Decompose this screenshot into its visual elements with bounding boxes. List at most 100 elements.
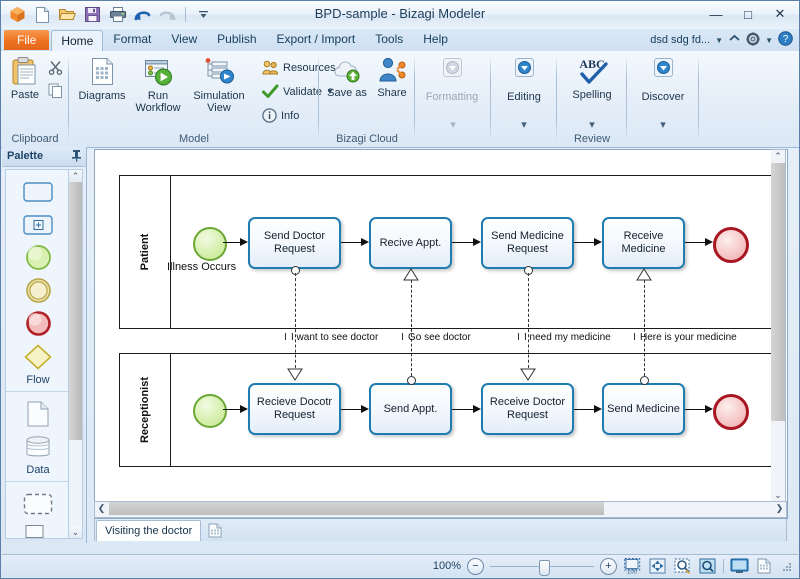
task-receive-medicine[interactable]: Receive Medicine bbox=[602, 217, 685, 269]
zoom-out-button[interactable]: − bbox=[467, 557, 484, 575]
tab-help[interactable]: Help bbox=[413, 29, 458, 50]
lane-header-patient[interactable]: Patient bbox=[120, 176, 171, 328]
canvas-scroll-up-button[interactable]: ⌃ bbox=[771, 150, 785, 163]
copy-button[interactable] bbox=[45, 80, 66, 101]
diagram-canvas[interactable]: Patient Illness Occurs Send Doctor Reque… bbox=[94, 149, 788, 519]
palette-subprocess[interactable] bbox=[6, 208, 70, 241]
palette-group[interactable] bbox=[6, 487, 70, 520]
palette-gateway[interactable] bbox=[6, 340, 70, 373]
sequence-flow[interactable] bbox=[223, 409, 241, 410]
run-workflow-button[interactable]: Run Workflow bbox=[131, 53, 185, 114]
account-label[interactable]: dsd sdg fd... bbox=[650, 34, 710, 46]
task-send-doctor-request[interactable]: Send Doctor Request bbox=[248, 217, 341, 269]
paste-button[interactable]: Paste bbox=[5, 53, 45, 101]
message-flow-2[interactable] bbox=[410, 280, 412, 376]
task-recieve-docotr-request[interactable]: Recieve Docotr Request bbox=[248, 383, 341, 435]
fit-to-window-button[interactable] bbox=[648, 558, 667, 575]
tab-format[interactable]: Format bbox=[103, 29, 161, 50]
palette-data-store[interactable] bbox=[6, 430, 70, 463]
group-name-clipboard: Clipboard bbox=[11, 133, 59, 145]
palette-annotation[interactable] bbox=[6, 520, 70, 538]
message-flow-1[interactable] bbox=[294, 273, 296, 373]
editing-button[interactable]: Editing bbox=[497, 53, 551, 103]
tab-home[interactable]: Home bbox=[51, 30, 104, 52]
formatting-dropdown-arrow[interactable]: ▾ bbox=[415, 118, 491, 131]
canvas-horizontal-scrollbar[interactable]: ❮ ❯ bbox=[94, 501, 787, 518]
settings-chevron-down-icon[interactable]: ▼ bbox=[765, 36, 773, 45]
share-button[interactable]: Share bbox=[373, 53, 411, 99]
task-send-medicine-request[interactable]: Send Medicine Request bbox=[481, 217, 574, 269]
diagrams-button[interactable]: Diagrams bbox=[75, 53, 129, 102]
spelling-button[interactable]: ABC Spelling bbox=[563, 53, 621, 101]
message-flow-source-dot bbox=[524, 266, 533, 275]
start-event-receptionist[interactable] bbox=[193, 394, 227, 428]
sequence-flow[interactable] bbox=[685, 409, 705, 410]
resize-grip-icon[interactable] bbox=[780, 560, 792, 572]
canvas-vertical-scrollbar[interactable]: ⌃ ⌄ bbox=[771, 149, 786, 503]
minimize-button[interactable]: — bbox=[701, 3, 731, 25]
palette-scroll-down-button[interactable]: ⌄ bbox=[69, 526, 82, 538]
zoom-page-button[interactable] bbox=[698, 558, 717, 575]
sequence-flow[interactable] bbox=[574, 242, 594, 243]
save-as-button[interactable]: Save as bbox=[325, 53, 369, 99]
zoom-in-button[interactable]: + bbox=[600, 557, 617, 575]
formatting-button[interactable]: Formatting bbox=[425, 53, 479, 103]
new-diagram-icon[interactable] bbox=[207, 522, 223, 538]
task-recive-appt[interactable]: Recive Appt. bbox=[369, 217, 452, 269]
tab-view[interactable]: View bbox=[161, 29, 207, 50]
close-button[interactable]: ✕ bbox=[765, 3, 795, 25]
gear-icon[interactable] bbox=[746, 31, 760, 49]
palette-task[interactable] bbox=[6, 175, 70, 208]
canvas-scroll-left-button[interactable]: ❮ bbox=[95, 502, 108, 515]
palette-end-event[interactable] bbox=[6, 307, 70, 340]
palette-scroll-up-button[interactable]: ⌃ bbox=[69, 170, 82, 182]
zoom-slider-thumb[interactable] bbox=[539, 559, 550, 576]
zoom-slider[interactable] bbox=[490, 559, 594, 576]
full-screen-button[interactable] bbox=[730, 558, 749, 575]
cut-button[interactable] bbox=[45, 57, 66, 78]
pin-icon[interactable] bbox=[71, 149, 82, 169]
sequence-flow[interactable] bbox=[452, 409, 473, 410]
sequence-flow[interactable] bbox=[223, 242, 241, 243]
sequence-flow[interactable] bbox=[574, 409, 594, 410]
palette-scroll-thumb[interactable] bbox=[69, 182, 82, 440]
discover-dropdown-arrow[interactable]: ▾ bbox=[627, 118, 699, 131]
task-send-appt[interactable]: Send Appt. bbox=[369, 383, 452, 435]
end-event-patient[interactable] bbox=[713, 227, 749, 263]
palette-scrollbar[interactable]: ⌃ ⌄ bbox=[68, 169, 83, 539]
canvas-hscroll-thumb[interactable] bbox=[109, 502, 604, 515]
sequence-flow[interactable] bbox=[341, 409, 361, 410]
spelling-dropdown-arrow[interactable]: ▾ bbox=[557, 118, 627, 131]
sequence-flow[interactable] bbox=[341, 242, 361, 243]
run-workflow-label-line1: Run bbox=[147, 90, 169, 102]
zoom-selection-button[interactable] bbox=[673, 558, 692, 575]
task-send-medicine[interactable]: Send Medicine bbox=[602, 383, 685, 435]
maximize-button[interactable]: □ bbox=[733, 3, 763, 25]
tab-publish[interactable]: Publish bbox=[207, 29, 266, 50]
task-receive-doctor-request[interactable]: Receive Doctor Request bbox=[481, 383, 574, 435]
canvas-vscroll-thumb[interactable] bbox=[771, 163, 785, 421]
palette-data-object[interactable] bbox=[6, 397, 70, 430]
sequence-flow[interactable] bbox=[452, 242, 473, 243]
palette-intermediate-event[interactable] bbox=[6, 274, 70, 307]
page-view-button[interactable] bbox=[755, 558, 774, 575]
end-event-receptionist[interactable] bbox=[713, 394, 749, 430]
sequence-flow[interactable] bbox=[685, 242, 705, 243]
zoom-100-button[interactable]: 100 bbox=[623, 558, 642, 575]
collapse-ribbon-icon[interactable] bbox=[728, 33, 741, 47]
help-icon[interactable]: ? bbox=[778, 31, 793, 49]
tab-tools[interactable]: Tools bbox=[365, 29, 413, 50]
message-flow-4[interactable] bbox=[643, 280, 645, 376]
start-event-illness-occurs[interactable] bbox=[193, 227, 227, 261]
account-chevron-down-icon[interactable]: ▼ bbox=[715, 36, 723, 45]
doc-tab-visiting-the-doctor[interactable]: Visiting the doctor bbox=[96, 520, 202, 541]
palette-start-event[interactable] bbox=[6, 241, 70, 274]
tab-file[interactable]: File bbox=[4, 30, 50, 50]
editing-dropdown-arrow[interactable]: ▾ bbox=[491, 118, 557, 131]
simulation-view-button[interactable]: Simulation View bbox=[187, 53, 251, 114]
discover-button[interactable]: Discover bbox=[635, 53, 691, 103]
message-flow-3[interactable] bbox=[527, 273, 529, 373]
canvas-scroll-right-button[interactable]: ❯ bbox=[773, 502, 786, 515]
lane-header-receptionist[interactable]: Receptionist bbox=[120, 354, 171, 466]
tab-export-import[interactable]: Export / Import bbox=[267, 29, 366, 50]
